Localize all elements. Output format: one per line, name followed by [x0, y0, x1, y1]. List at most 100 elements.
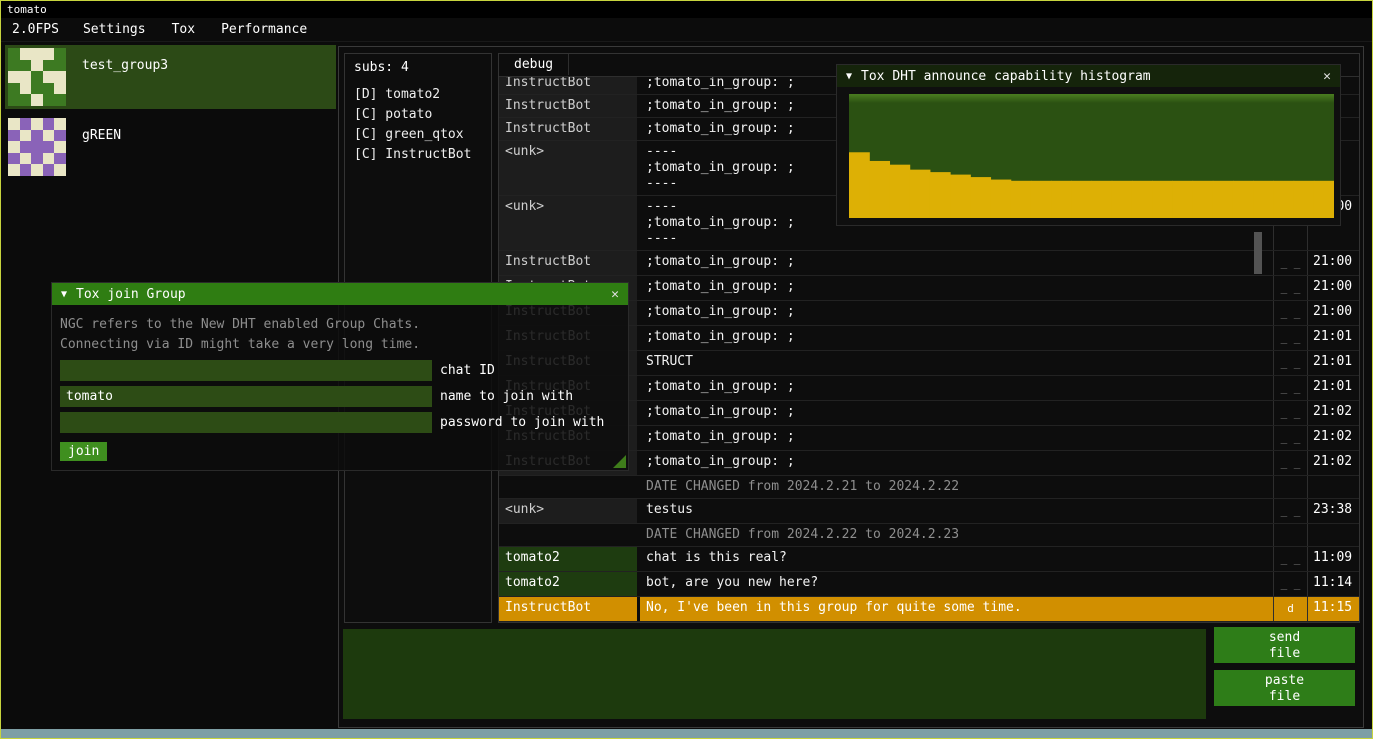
member-item[interactable]: [C] potato [345, 105, 491, 125]
message-text: ;tomato_in_group: ; [640, 301, 1273, 325]
group-avatar [8, 118, 66, 176]
receipt-marks: _ _ [1273, 376, 1307, 400]
window-titlebar[interactable]: tomato [1, 1, 1372, 18]
group-name: test_group3 [82, 58, 168, 73]
timestamp: 21:02 [1307, 426, 1359, 450]
date-text: DATE CHANGED from 2024.2.21 to 2024.2.22 [640, 476, 1273, 498]
message-line: No, I've been in this group for quite so… [646, 600, 1267, 616]
join-name-input[interactable]: tomato [60, 386, 432, 407]
receipt-marks: _ _ [1273, 251, 1307, 275]
join-window-body: NGC refers to the New DHT enabled Group … [52, 305, 628, 470]
histogram-bars [849, 94, 1334, 218]
message-row[interactable]: InstructBot No, I've been in this group f… [499, 597, 1359, 622]
receipt-marks: _ _ [1273, 326, 1307, 350]
message-text: ;tomato_in_group: ; [640, 251, 1273, 275]
join-field-row: chat ID [60, 360, 620, 381]
resize-grip[interactable] [613, 455, 626, 468]
menu-performance[interactable]: Performance [208, 22, 320, 37]
timestamp: 11:15 [1307, 597, 1359, 621]
message-line: STRUCT [646, 354, 1267, 370]
join-window-title: Tox join Group [76, 287, 611, 302]
receipt-marks [1273, 476, 1307, 498]
sender-name: InstructBot [499, 597, 637, 621]
group-item-gREEN[interactable]: gREEN [5, 115, 336, 179]
join-window-titlebar[interactable]: ▼ Tox join Group ✕ [52, 283, 628, 305]
message-row[interactable]: InstructBot;tomato_in_group: ;_ _21:00 [499, 251, 1359, 276]
sender-name: InstructBot [499, 95, 637, 117]
timestamp: 21:00 [1307, 301, 1359, 325]
receipt-marks: _ _ [1273, 547, 1307, 571]
window-resize-edge[interactable] [1, 729, 1372, 738]
group-name: gREEN [82, 128, 121, 143]
receipt-marks: _ _ [1273, 276, 1307, 300]
dht-histogram-chart [849, 94, 1334, 218]
tab-debug[interactable]: debug [499, 54, 569, 75]
menu-tox[interactable]: Tox [159, 22, 208, 37]
join-description-line1: NGC refers to the New DHT enabled Group … [60, 315, 620, 335]
receipt-marks: d [1273, 597, 1307, 621]
message-text: ;tomato_in_group: ; [640, 426, 1273, 450]
message-row[interactable]: tomato2bot, are you new here?_ _11:14 [499, 572, 1359, 597]
member-list: [D] tomato2[C] potato[C] green_qtox[C] I… [345, 79, 491, 165]
message-text: ;tomato_in_group: ; [640, 376, 1273, 400]
sender-name: tomato2 [499, 547, 637, 571]
member-item[interactable]: [C] InstructBot [345, 145, 491, 165]
timestamp: 21:01 [1307, 351, 1359, 375]
join-name-label: name to join with [440, 389, 573, 404]
join-password-input[interactable] [60, 412, 432, 433]
paste-file-button[interactable]: paste file [1214, 670, 1355, 706]
message-row[interactable]: tomato2chat is this real?_ _11:09 [499, 547, 1359, 572]
group-avatar [8, 48, 66, 106]
sender-name: <unk> [499, 499, 637, 523]
message-text: ;tomato_in_group: ; [640, 276, 1273, 300]
sender-name: InstructBot [499, 77, 637, 94]
sender-name: <unk> [499, 141, 637, 195]
receipt-marks: _ _ [1273, 499, 1307, 523]
date-separator-row[interactable]: DATE CHANGED from 2024.2.22 to 2024.2.23 [499, 524, 1359, 547]
dht-histogram-window: ▼ Tox DHT announce capability histogram … [836, 64, 1341, 226]
menu-settings[interactable]: Settings [70, 22, 159, 37]
join-description-line2: Connecting via ID might take a very long… [60, 335, 620, 355]
join-button[interactable]: join [60, 442, 107, 461]
message-text: STRUCT [640, 351, 1273, 375]
message-row[interactable]: <unk>testus_ _23:38 [499, 499, 1359, 524]
collapse-arrow-icon[interactable]: ▼ [846, 71, 852, 82]
collapse-arrow-icon[interactable]: ▼ [61, 289, 67, 300]
join-field-row: tomato name to join with [60, 386, 620, 407]
message-text: ;tomato_in_group: ; [640, 401, 1273, 425]
message-line: ;tomato_in_group: ; [646, 304, 1267, 320]
date-text: DATE CHANGED from 2024.2.22 to 2024.2.23 [640, 524, 1273, 546]
send-file-button[interactable]: send file [1214, 627, 1355, 663]
timestamp: 11:14 [1307, 572, 1359, 596]
close-icon[interactable]: ✕ [611, 287, 619, 302]
timestamp [1307, 524, 1359, 546]
histogram-window-titlebar[interactable]: ▼ Tox DHT announce capability histogram … [837, 65, 1340, 87]
join-password-label: password to join with [440, 415, 604, 430]
menu-bar: 2.0FPS Settings Tox Performance [1, 18, 1372, 42]
join-fields: chat ID tomato name to join with password t… [60, 360, 620, 433]
date-separator-row[interactable]: DATE CHANGED from 2024.2.21 to 2024.2.22 [499, 476, 1359, 499]
message-line: ;tomato_in_group: ; [646, 279, 1267, 295]
window-title: tomato [7, 3, 47, 16]
message-text: ;tomato_in_group: ; [640, 326, 1273, 350]
sender-name: <unk> [499, 196, 637, 250]
member-item[interactable]: [D] tomato2 [345, 85, 491, 105]
message-line: bot, are you new here? [646, 575, 1267, 591]
message-line: ;tomato_in_group: ; [646, 254, 1267, 270]
scrollbar-thumb[interactable] [1254, 232, 1262, 274]
message-line: ;tomato_in_group: ; [646, 379, 1267, 395]
join-field-row: password to join with [60, 412, 620, 433]
close-icon[interactable]: ✕ [1323, 69, 1331, 84]
chat-id-label: chat ID [440, 363, 495, 378]
group-item-test_group3[interactable]: test_group3 [5, 45, 336, 109]
message-text: bot, are you new here? [640, 572, 1273, 596]
receipt-marks: _ _ [1273, 351, 1307, 375]
chat-id-input[interactable] [60, 360, 432, 381]
message-line: ;tomato_in_group: ; [646, 404, 1267, 420]
sender-name: tomato2 [499, 572, 637, 596]
fps-counter: 2.0FPS [1, 22, 70, 37]
message-line: ;tomato_in_group: ; [646, 329, 1267, 345]
sender-name [499, 476, 637, 498]
message-input[interactable] [343, 629, 1206, 719]
member-item[interactable]: [C] green_qtox [345, 125, 491, 145]
